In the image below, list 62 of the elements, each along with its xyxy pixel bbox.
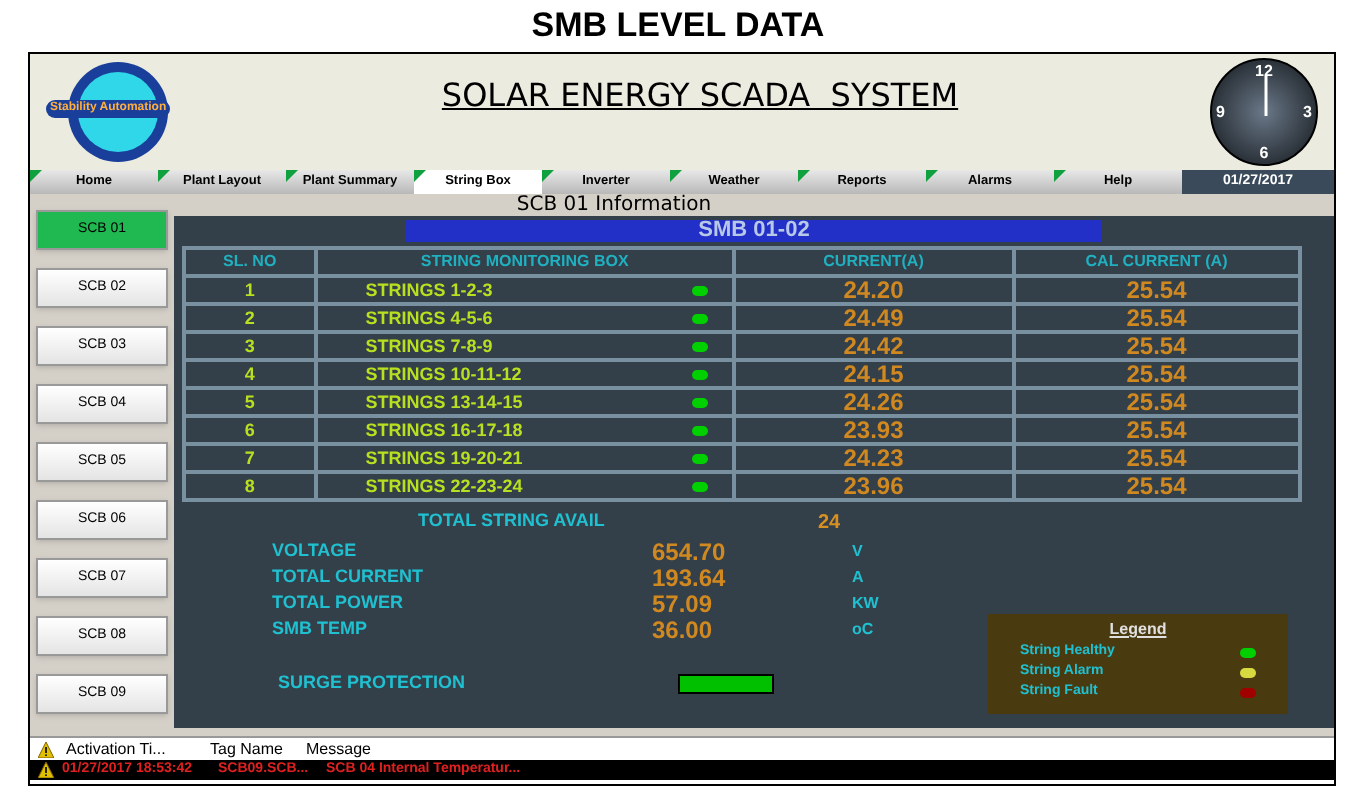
string-name: STRINGS 13-14-15	[365, 392, 525, 412]
measurement-label: SMB TEMP	[272, 615, 370, 642]
string-name: STRINGS 1-2-3	[365, 280, 495, 300]
cal-current-cell: 25.54	[1013, 444, 1300, 472]
page-title: SMB LEVEL DATA	[531, 4, 825, 49]
string-name: STRINGS 22-23-24	[365, 476, 525, 496]
table-cell: 5	[184, 388, 316, 416]
column-header[interactable]: Message	[302, 737, 422, 761]
column-header[interactable]: Activation Ti...	[62, 737, 206, 761]
clock-hands-icon	[1262, 76, 1270, 116]
cal-current-cell: 25.54	[1013, 304, 1300, 332]
total-string-value: 24	[818, 510, 841, 538]
column-header: SL. NO	[184, 248, 316, 276]
measurement-unit: V	[852, 539, 863, 563]
clock-numeral: 9	[1216, 103, 1225, 121]
current-cell: 24.49	[734, 304, 1014, 332]
string-name: STRINGS 16-17-18	[365, 420, 525, 440]
table-cell: 1	[184, 276, 316, 304]
table-cell: 4	[184, 360, 316, 388]
table-cell: 2	[184, 304, 316, 332]
system-title: SOLAR ENERGY SCADA SYSTEM	[441, 74, 959, 118]
current-cell: 24.15	[734, 360, 1014, 388]
cal-current-cell: 25.54	[1013, 388, 1300, 416]
measurement-unit: KW	[852, 591, 879, 615]
clock-numeral: 3	[1303, 103, 1312, 121]
table-cell: 8	[184, 472, 316, 500]
string-name: STRINGS 10-11-12	[365, 364, 524, 384]
measurement-label: TOTAL CURRENT	[272, 563, 425, 590]
table-cell: 3	[184, 332, 316, 360]
measurement-label: TOTAL POWER	[272, 589, 406, 616]
clock-numeral: 6	[1259, 144, 1269, 162]
table-cell: 7	[184, 444, 316, 472]
surge-protection-label: SURGE PROTECTION	[278, 670, 468, 696]
current-cell: 24.42	[734, 332, 1014, 360]
column-header: CAL CURRENT (A)	[1013, 248, 1300, 276]
measurement-unit: oC	[852, 617, 874, 641]
current-cell: 24.23	[734, 444, 1014, 472]
measurement-label: VOLTAGE	[272, 537, 359, 564]
current-cell: 23.96	[734, 472, 1014, 500]
warning-icon	[38, 741, 54, 757]
string-name: STRINGS 19-20-21	[365, 448, 525, 468]
column-header: CURRENT(A)	[734, 248, 1014, 276]
current-cell: 24.26	[734, 388, 1014, 416]
total-string-label: TOTAL STRING AVAIL	[418, 508, 607, 534]
cal-current-cell: 25.54	[1013, 332, 1300, 360]
current-cell: 23.93	[734, 416, 1014, 444]
cal-current-cell: 25.54	[1013, 360, 1300, 388]
cal-current-cell: 25.54	[1013, 472, 1300, 500]
table-cell: 6	[184, 416, 316, 444]
cal-current-cell: 25.54	[1013, 276, 1300, 304]
string-name: STRINGS 4-5-6	[365, 308, 495, 328]
smb-banner: SMB 01-02	[406, 220, 1102, 242]
clock-numeral: 12	[1255, 62, 1273, 80]
measurement-unit: A	[852, 565, 864, 589]
current-cell: 24.20	[734, 276, 1014, 304]
warning-icon	[38, 762, 54, 778]
column-header: STRING MONITORING BOX	[315, 248, 735, 276]
cal-current-cell: 25.54	[1013, 416, 1300, 444]
column-header[interactable]: Tag Name	[206, 737, 302, 761]
string-name: STRINGS 7-8-9	[365, 336, 495, 356]
legend-title: Legend	[1109, 618, 1167, 642]
panel-caption: SCB 01 Information	[516, 194, 712, 216]
